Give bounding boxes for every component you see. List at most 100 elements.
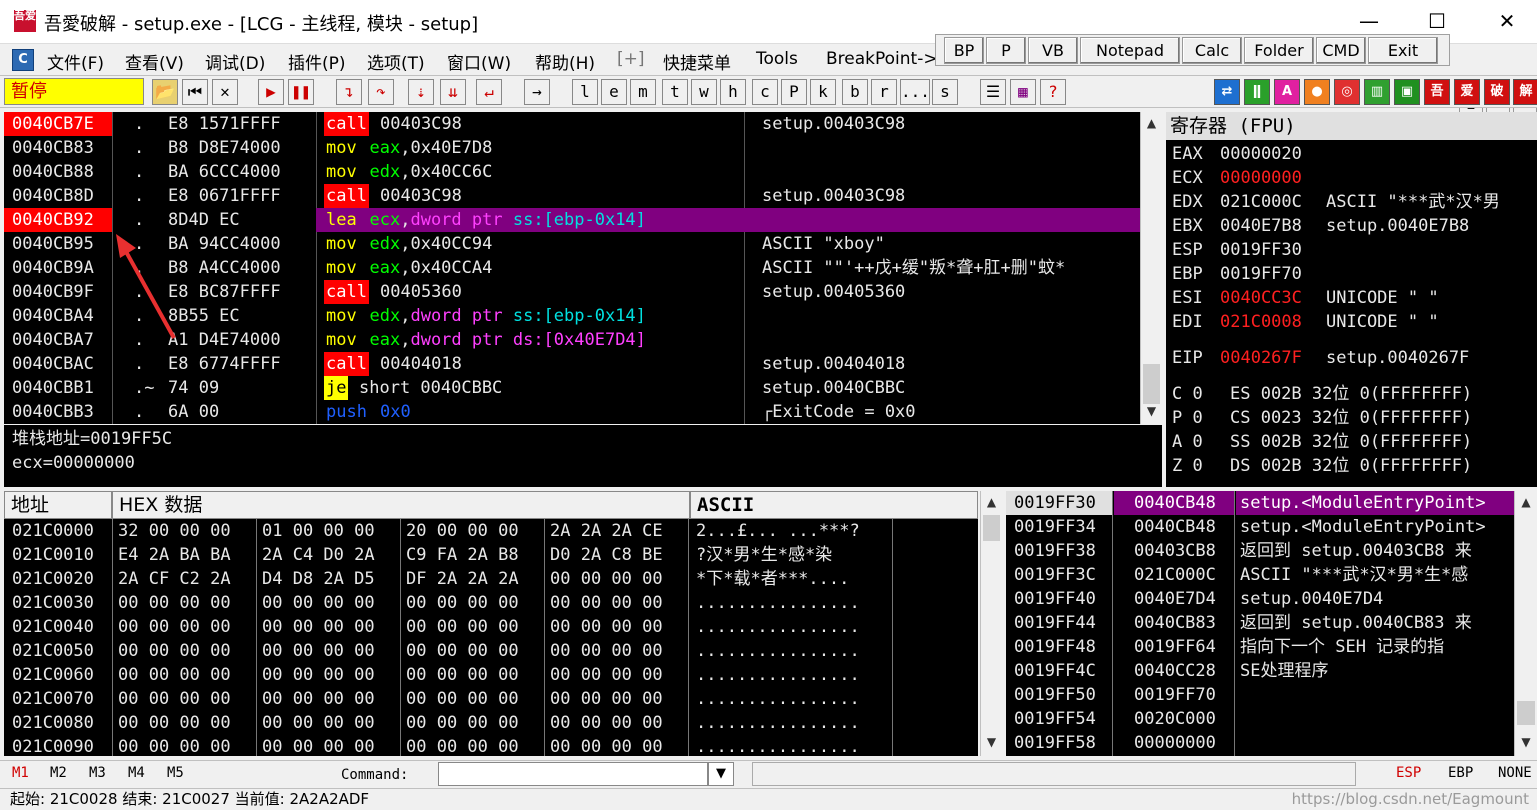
exit-button[interactable]: Exit	[1368, 37, 1438, 64]
dump-hex-group[interactable]: 32 00 00 00	[118, 519, 231, 543]
stack-scroll-up-icon[interactable]: ▲	[1515, 495, 1537, 509]
menu-help[interactable]: 帮助(H)	[535, 49, 595, 74]
hex-dump-pane[interactable]: 021C0000 32 00 00 00 01 00 00 00 20 00 00 0…	[4, 519, 978, 756]
dump-address[interactable]: 021C0000	[12, 519, 94, 543]
tb-cpu[interactable]: c	[752, 79, 778, 105]
dump-address[interactable]: 021C0040	[12, 615, 94, 639]
folder-button[interactable]: Folder	[1244, 37, 1314, 64]
dump-hex-group[interactable]: 2A CF C2 2A	[118, 567, 231, 591]
eip-value[interactable]: 0040267F	[1220, 346, 1302, 370]
wu-plugin-icon[interactable]: 吾	[1424, 79, 1450, 105]
menu-file[interactable]: 文件(F)	[47, 49, 104, 74]
menu-options[interactable]: 选项(T)	[367, 49, 425, 74]
dump-hex-group[interactable]: DF 2A 2A 2A	[406, 567, 519, 591]
tab-m4[interactable]: M4	[128, 765, 145, 781]
disasm-address[interactable]: 0040CB83	[4, 136, 112, 160]
dump-address[interactable]: 021C0060	[12, 663, 94, 687]
stack-address[interactable]: 0019FF38	[1006, 539, 1112, 563]
stack-scroll-down-icon[interactable]: ▼	[1515, 735, 1537, 749]
tb-handles[interactable]: h	[720, 79, 746, 105]
register-value[interactable]: 021C000C	[1220, 190, 1302, 214]
stack-address[interactable]: 0019FF58	[1006, 731, 1112, 755]
stack-address[interactable]: 0019FF54	[1006, 707, 1112, 731]
registers-pane[interactable]: 寄存器 (FPU) EAX 00000020 ECX 00000000 EDX 021C0…	[1166, 112, 1537, 487]
register-value[interactable]: 00000020	[1220, 142, 1302, 166]
stack-value[interactable]: 0040E7D4	[1114, 587, 1234, 611]
disasm-address[interactable]: 0040CB92	[4, 208, 112, 232]
tb-references[interactable]: r	[871, 79, 897, 105]
dump-hex-group[interactable]: 00 00 00 00	[262, 615, 375, 639]
tab-m5[interactable]: M5	[167, 765, 184, 781]
stack-value[interactable]: 0020C000	[1114, 707, 1234, 731]
bp-button[interactable]: BP	[944, 37, 984, 64]
scroll-down-icon[interactable]: ▼	[1141, 404, 1162, 418]
calc-button[interactable]: Calc	[1182, 37, 1242, 64]
tb-log[interactable]: l	[572, 79, 598, 105]
target-plugin-icon[interactable]: ◎	[1334, 79, 1360, 105]
close-button[interactable]: ✕	[1484, 6, 1530, 36]
execute-till-return-icon[interactable]: ↵	[476, 79, 502, 105]
none-toggle[interactable]: NONE	[1498, 765, 1532, 781]
notepad-button[interactable]: Notepad	[1080, 37, 1180, 64]
tb-threads[interactable]: t	[662, 79, 688, 105]
dump-hex-group[interactable]: 00 00 00 00	[406, 663, 519, 687]
dump-hex-group[interactable]: 00 00 00 00	[262, 711, 375, 735]
dump-scroll-thumb[interactable]	[983, 515, 1000, 541]
register-value[interactable]: 0040E7B8	[1220, 214, 1302, 238]
a-plugin-icon[interactable]: A	[1274, 79, 1300, 105]
list-icon[interactable]: ☰	[980, 79, 1006, 105]
flag-bit[interactable]: P 0	[1172, 406, 1203, 430]
dump-hex-group[interactable]: 2A C4 D0 2A	[262, 543, 375, 567]
dump-hex-group[interactable]: 00 00 00 00	[118, 735, 231, 756]
esp-toggle[interactable]: ESP	[1396, 765, 1421, 781]
scroll-up-icon[interactable]: ▲	[1141, 116, 1162, 130]
tb-patches[interactable]: P	[781, 79, 807, 105]
stack-value[interactable]: 021C000C	[1114, 563, 1234, 587]
dump-hex-group[interactable]: 00 00 00 00	[406, 735, 519, 756]
step-over-icon[interactable]: ↷	[368, 79, 394, 105]
close-file-icon[interactable]: ✕	[212, 79, 238, 105]
command-input[interactable]	[438, 762, 708, 786]
stack-scroll-thumb[interactable]	[1517, 701, 1535, 725]
stack-address[interactable]: 0019FF44	[1006, 611, 1112, 635]
stack-address[interactable]: 0019FF30	[1006, 491, 1112, 515]
step-into-icon[interactable]: ↴	[336, 79, 362, 105]
command-dropdown-icon[interactable]: ▼	[708, 762, 734, 786]
menu-debug[interactable]: 调试(D)	[205, 49, 265, 74]
disasm-address[interactable]: 0040CB9F	[4, 280, 112, 304]
run-icon[interactable]: ▶	[258, 79, 284, 105]
disasm-address[interactable]: 0040CB9A	[4, 256, 112, 280]
disasm-address[interactable]: 0040CBAC	[4, 352, 112, 376]
dump-hex-group[interactable]: 00 00 00 00	[406, 711, 519, 735]
dump-hex-group[interactable]: 00 00 00 00	[262, 591, 375, 615]
maximize-button[interactable]: ☐	[1414, 6, 1460, 36]
grid-icon[interactable]: ▦	[1010, 79, 1036, 105]
stack-address[interactable]: 0019FF4C	[1006, 659, 1112, 683]
dump-address[interactable]: 021C0070	[12, 687, 94, 711]
register-value[interactable]: 00000000	[1220, 166, 1302, 190]
disasm-address[interactable]: 0040CB7E	[4, 112, 112, 136]
dump-hex-group[interactable]: 20 00 00 00	[406, 519, 519, 543]
stack-address[interactable]: 0019FF34	[1006, 515, 1112, 539]
tb-modules[interactable]: e	[601, 79, 627, 105]
tab-m2[interactable]: M2	[50, 765, 67, 781]
stack-scrollbar[interactable]: ▲ ▼	[1514, 491, 1537, 756]
stack-value[interactable]: 0019FF70	[1114, 683, 1234, 707]
dump-hex-group[interactable]: 00 00 00 00	[406, 615, 519, 639]
register-value[interactable]: 0040CC3C	[1220, 286, 1302, 310]
dump-hex-group[interactable]: 2A 2A 2A CE	[550, 519, 663, 543]
flag-bit[interactable]: C 0	[1172, 382, 1203, 406]
dump-hex-group[interactable]: 00 00 00 00	[550, 735, 663, 756]
disasm-address[interactable]: 0040CBA7	[4, 328, 112, 352]
dump-hex-group[interactable]: 00 00 00 00	[550, 711, 663, 735]
restart-icon[interactable]: ⏮	[182, 79, 208, 105]
system-menu-icon[interactable]: C	[12, 49, 34, 71]
stack-address[interactable]: 0019FF40	[1006, 587, 1112, 611]
stack-value[interactable]: 0040CB48	[1114, 491, 1234, 515]
register-value[interactable]: 0019FF70	[1220, 262, 1302, 286]
stack-address[interactable]: 0019FF50	[1006, 683, 1112, 707]
dump-hex-group[interactable]: 00 00 00 00	[406, 687, 519, 711]
scroll-thumb[interactable]	[1143, 364, 1160, 404]
circle-plugin-icon[interactable]: ●	[1304, 79, 1330, 105]
trace-into-icon[interactable]: ⇣	[408, 79, 434, 105]
